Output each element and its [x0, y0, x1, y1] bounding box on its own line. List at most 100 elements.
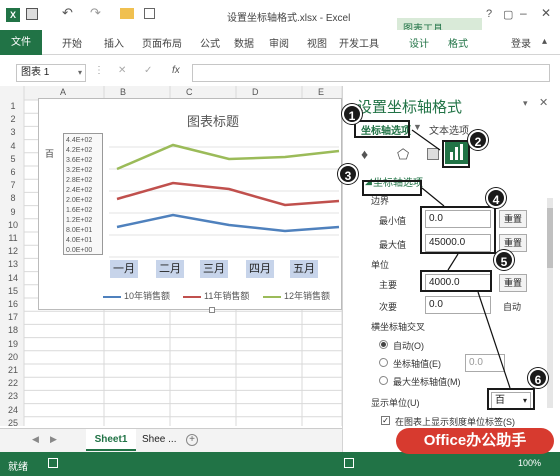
- row-header[interactable]: 1: [4, 101, 22, 111]
- row-header[interactable]: 9: [4, 207, 22, 217]
- row-header[interactable]: 10: [4, 220, 22, 230]
- row-header[interactable]: 22: [4, 378, 22, 388]
- row-header[interactable]: 23: [4, 391, 22, 401]
- row-header[interactable]: 20: [4, 352, 22, 362]
- row-header[interactable]: 12: [4, 246, 22, 256]
- chevron-down-icon[interactable]: ▾: [78, 65, 82, 81]
- min-reset-button[interactable]: 重置: [499, 210, 527, 228]
- legend-entry[interactable]: 11年销售额: [183, 289, 249, 302]
- resize-handle[interactable]: [209, 307, 215, 313]
- chart-area[interactable]: 图表标题 4.4E+02 4.2E+02 3.6E+02 3.2E+02 2.8E+02…: [38, 98, 342, 313]
- status-bar: 就绪 100%: [0, 452, 560, 476]
- save-icon[interactable]: [26, 8, 38, 20]
- enter-icon[interactable]: ✓: [144, 65, 152, 76]
- fill-line-icon[interactable]: ♦: [361, 146, 377, 162]
- add-sheet-icon[interactable]: +: [186, 434, 198, 446]
- tab-home[interactable]: 开始: [62, 35, 82, 50]
- size-properties-icon[interactable]: [427, 148, 439, 160]
- scroll-right-icon[interactable]: ▶: [50, 434, 57, 445]
- tab-design[interactable]: 设计: [409, 35, 429, 50]
- category-label[interactable]: 三月: [200, 260, 228, 278]
- pane-options-icon[interactable]: ▾: [523, 98, 528, 109]
- highlight-tab-axis: [354, 120, 410, 138]
- ribbon-collapse-icon[interactable]: ▴: [542, 36, 547, 47]
- row-header[interactable]: 4: [4, 141, 22, 151]
- help-icon[interactable]: ?: [486, 8, 492, 20]
- zoom-level[interactable]: 100%: [518, 458, 541, 468]
- row-header[interactable]: 2: [4, 114, 22, 124]
- undo-icon[interactable]: ↶: [62, 5, 73, 21]
- row-header[interactable]: 21: [4, 365, 22, 375]
- pane-close-icon[interactable]: ✕: [539, 96, 548, 109]
- tab-developer[interactable]: 开发工具: [339, 35, 379, 50]
- row-header[interactable]: 5: [4, 154, 22, 164]
- minimize-icon[interactable]: –: [520, 6, 527, 20]
- tab-file[interactable]: 文件: [0, 30, 42, 55]
- row-header[interactable]: 14: [4, 273, 22, 283]
- highlight-section: [362, 180, 422, 196]
- normal-view-icon[interactable]: [344, 458, 354, 468]
- open-folder-icon[interactable]: [120, 8, 134, 19]
- show-label-checkbox[interactable]: ✓: [381, 416, 390, 425]
- category-label[interactable]: 二月: [156, 260, 184, 278]
- restore-icon[interactable]: ▢: [503, 8, 513, 21]
- tab-review[interactable]: 审阅: [269, 35, 289, 50]
- row-header[interactable]: 24: [4, 405, 22, 415]
- tab-page-layout[interactable]: 页面布局: [142, 35, 182, 50]
- row-header[interactable]: 3: [4, 127, 22, 137]
- tab-view[interactable]: 视图: [307, 35, 327, 50]
- row-header[interactable]: 6: [4, 167, 22, 177]
- tab-format[interactable]: 格式: [448, 35, 468, 50]
- row-header[interactable]: 13: [4, 259, 22, 269]
- minor-input[interactable]: 0.0: [425, 296, 491, 314]
- radio-max-axis[interactable]: [379, 376, 388, 385]
- macro-record-icon[interactable]: [48, 458, 58, 468]
- formula-input[interactable]: [192, 64, 550, 82]
- column-header[interactable]: B: [120, 87, 126, 97]
- row-header[interactable]: 7: [4, 180, 22, 190]
- effects-icon[interactable]: ⬠: [397, 146, 413, 162]
- cancel-icon[interactable]: ✕: [118, 65, 126, 76]
- redo-icon[interactable]: ↷: [90, 5, 101, 21]
- row-header[interactable]: 25: [4, 418, 22, 428]
- tab-insert[interactable]: 插入: [104, 35, 124, 50]
- major-reset-button[interactable]: 重置: [499, 274, 527, 292]
- tab-formulas[interactable]: 公式: [200, 35, 220, 50]
- series-line[interactable]: [116, 181, 340, 207]
- series-line[interactable]: [116, 213, 340, 233]
- tab-data[interactable]: 数据: [234, 35, 254, 50]
- name-box[interactable]: 图表 1 ▾: [16, 64, 86, 82]
- series-line[interactable]: [116, 143, 340, 171]
- radio-axis-value[interactable]: [379, 358, 388, 367]
- axis-value-input[interactable]: 0.0: [465, 354, 505, 372]
- tab-axis-options-dropdown-icon[interactable]: ▼: [413, 122, 422, 132]
- scroll-left-icon[interactable]: ◀: [32, 434, 39, 445]
- radio-axis-value-label: 坐标轴值(E): [393, 359, 441, 369]
- sheet-tab-2[interactable]: Shee ...: [142, 429, 176, 451]
- category-label[interactable]: 四月: [246, 260, 274, 278]
- row-header[interactable]: 17: [4, 312, 22, 322]
- radio-auto[interactable]: [379, 340, 388, 349]
- row-header[interactable]: 18: [4, 325, 22, 335]
- units-label: 单位: [371, 260, 390, 270]
- row-header[interactable]: 19: [4, 339, 22, 349]
- column-header[interactable]: A: [60, 87, 66, 97]
- row-header[interactable]: 8: [4, 193, 22, 203]
- sheet-tab-1[interactable]: Sheet1: [86, 429, 136, 451]
- row-header[interactable]: 15: [4, 286, 22, 296]
- category-label[interactable]: 五月: [290, 260, 318, 278]
- row-header[interactable]: 11: [4, 233, 22, 243]
- column-header[interactable]: D: [252, 87, 259, 97]
- column-header[interactable]: C: [186, 87, 193, 97]
- function-icon[interactable]: fx: [172, 65, 180, 76]
- sign-in-link[interactable]: 登录: [511, 35, 531, 50]
- close-icon[interactable]: ✕: [541, 6, 551, 20]
- column-header[interactable]: E: [318, 87, 324, 97]
- tab-text-options[interactable]: 文本选项: [429, 122, 469, 137]
- legend-entry[interactable]: 10年销售额: [103, 289, 170, 302]
- pane-title: 设置坐标轴格式: [357, 99, 463, 116]
- category-label[interactable]: 一月: [110, 260, 138, 278]
- legend-entry[interactable]: 12年销售额: [263, 289, 330, 302]
- row-header[interactable]: 16: [4, 299, 22, 309]
- quick-save-icon[interactable]: [144, 8, 155, 19]
